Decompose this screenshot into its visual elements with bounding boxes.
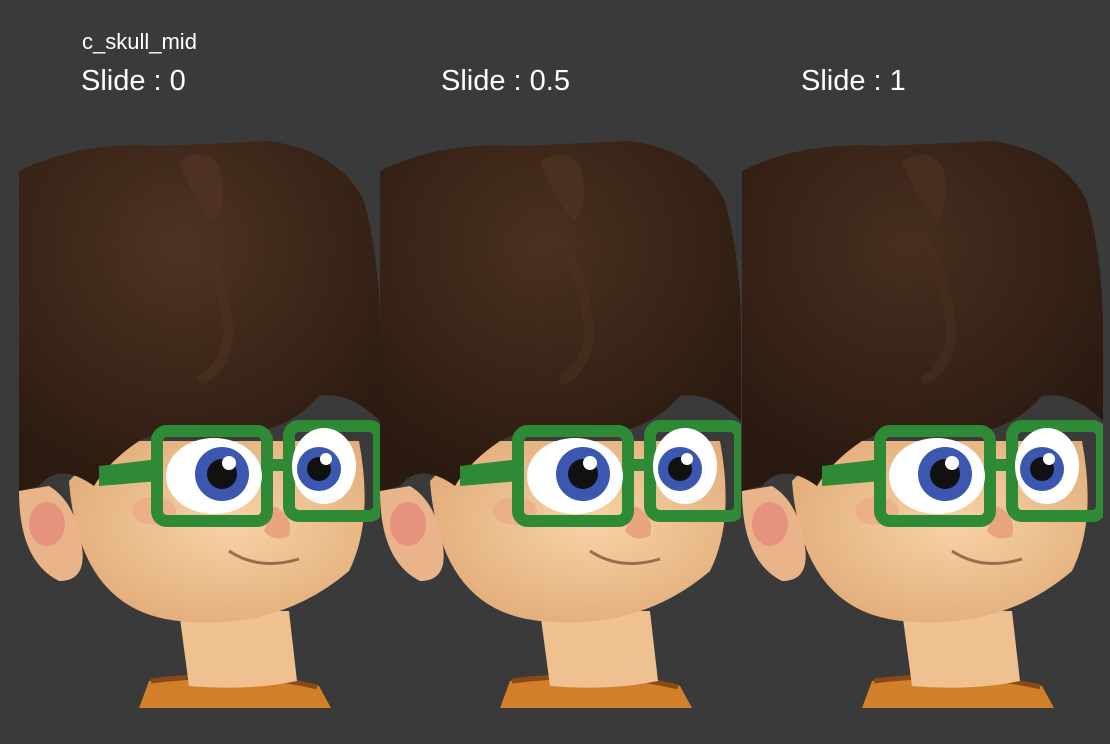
character-head-illustration: [380, 141, 741, 708]
slide-label-0-5: Slide : 0.5: [441, 65, 570, 97]
slide-label-1: Slide : 1: [801, 65, 906, 97]
character-render-slide-1: [742, 141, 1103, 708]
character-render-slide-0: [19, 141, 380, 708]
viewport: c_skull_mid Slide : 0 Slide : 0.5 Slide …: [0, 0, 1110, 744]
character-render-slide-0-5: [380, 141, 741, 708]
slide-label-0: Slide : 0: [81, 65, 186, 97]
character-head-illustration: [19, 141, 380, 708]
control-name-label: c_skull_mid: [82, 29, 197, 54]
character-head-illustration: [742, 141, 1103, 708]
